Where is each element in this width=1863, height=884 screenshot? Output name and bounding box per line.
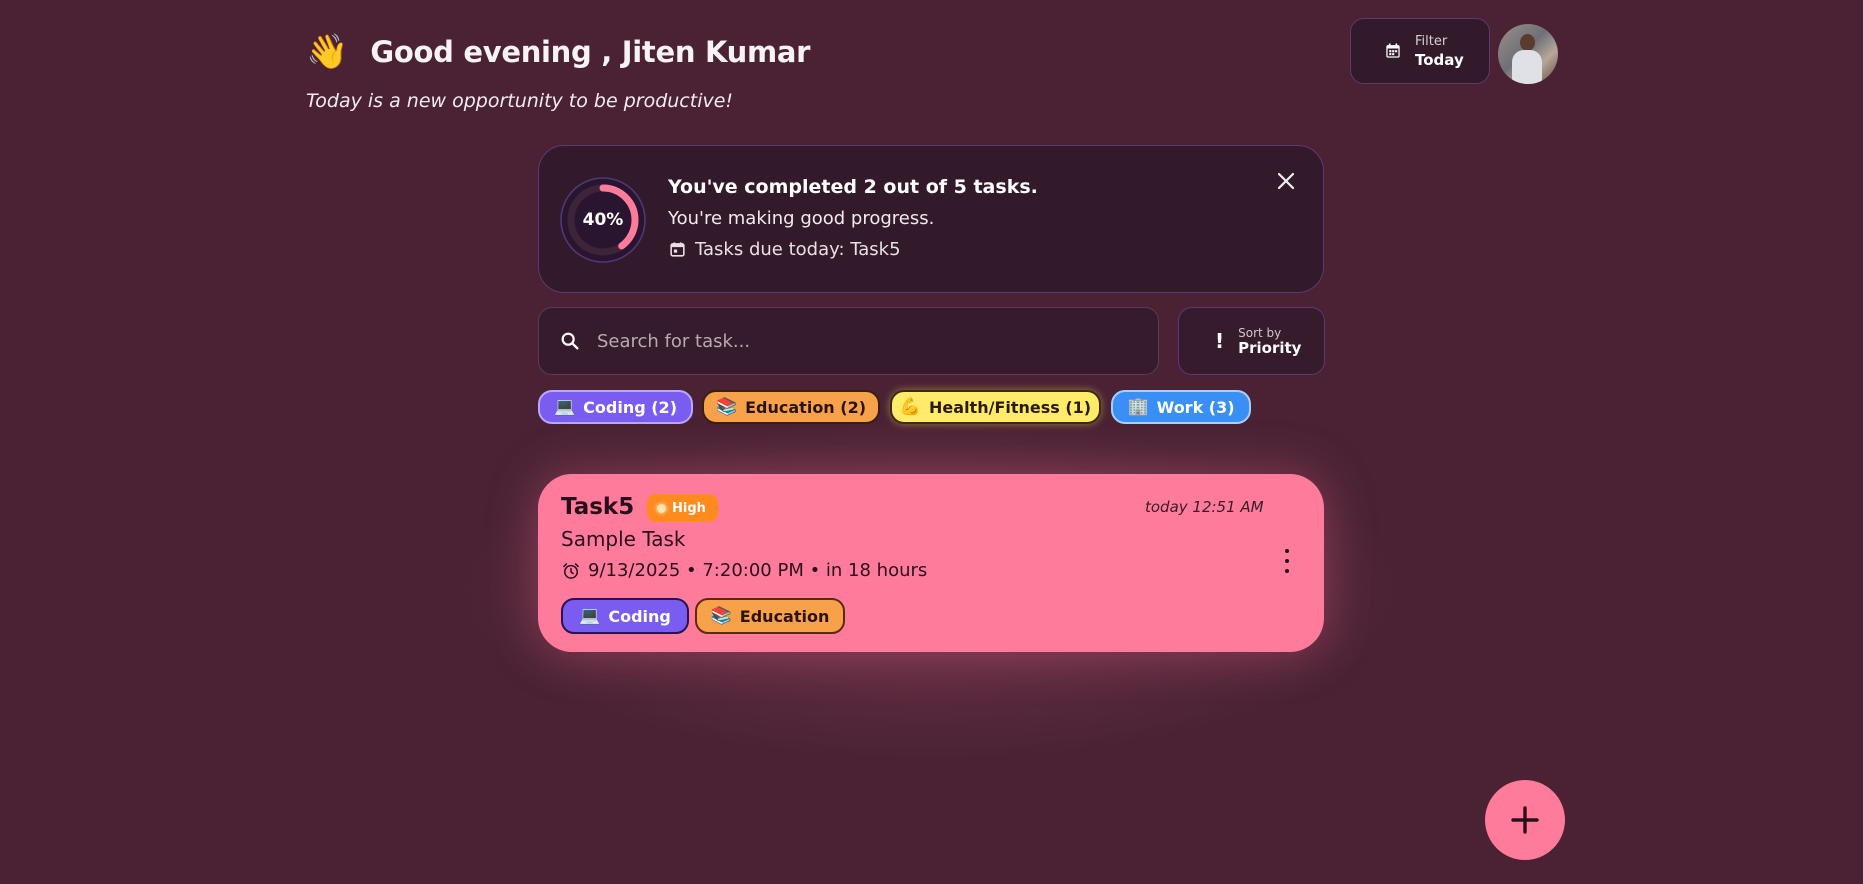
- task-due-text: 9/13/2025 • 7:20:00 PM • in 18 hours: [588, 560, 928, 581]
- more-options-icon[interactable]: [1280, 549, 1294, 573]
- progress-message: You're making good progress.: [668, 208, 935, 229]
- category-chip-education[interactable]: 📚 Education (2): [702, 390, 880, 424]
- category-chip-health-fitness[interactable]: 💪 Health/Fitness (1): [890, 390, 1101, 424]
- search-icon: [561, 332, 579, 350]
- plus-icon: [1511, 806, 1539, 834]
- laptop-icon: 💻: [579, 606, 601, 626]
- add-task-button[interactable]: [1485, 780, 1565, 860]
- close-icon[interactable]: [1275, 170, 1297, 192]
- progress-title: You've completed 2 out of 5 tasks.: [668, 176, 1038, 198]
- laptop-icon: 💻: [553, 397, 576, 417]
- filter-label: Filter: [1415, 34, 1448, 49]
- task-category-education[interactable]: 📚 Education: [695, 598, 845, 634]
- priority-icon: !: [1215, 329, 1225, 353]
- search-box: [538, 307, 1159, 375]
- task-name: Task5: [561, 494, 635, 520]
- calendar-icon: [1386, 43, 1400, 58]
- user-avatar[interactable]: [1498, 24, 1558, 84]
- category-chip-work[interactable]: 🏢 Work (3): [1111, 390, 1251, 424]
- category-label: Coding (2): [583, 397, 677, 417]
- tasks-due-text: Tasks due today: Task5: [695, 239, 901, 260]
- category-label: Health/Fitness (1): [929, 397, 1092, 417]
- wave-emoji-icon: 👋: [306, 32, 349, 72]
- task-description: Sample Task: [561, 527, 686, 551]
- greeting-subtitle: Today is a new opportunity to be product…: [306, 90, 734, 112]
- greeting-header: 👋 Good evening , Jiten Kumar: [306, 30, 811, 74]
- priority-badge: High: [647, 494, 718, 522]
- flexed-biceps-icon: 💪: [899, 397, 922, 417]
- progress-percent: 40%: [582, 210, 624, 230]
- greeting-title: Good evening , Jiten Kumar: [370, 35, 811, 69]
- books-icon: 📚: [715, 397, 738, 417]
- avatar-head-shape: [1520, 34, 1535, 51]
- alarm-clock-icon: [563, 562, 579, 579]
- task-card[interactable]: Task5 High today 12:51 AM Sample Task 9/…: [538, 474, 1324, 652]
- calendar-icon: [670, 242, 685, 257]
- progress-card: 40% You've completed 2 out of 5 tasks. Y…: [538, 145, 1324, 293]
- books-icon: 📚: [710, 606, 732, 626]
- task-category-coding[interactable]: 💻 Coding: [561, 598, 689, 634]
- more-dot: [1285, 569, 1289, 573]
- search-input[interactable]: [595, 329, 1119, 353]
- category-label: Work (3): [1156, 397, 1235, 417]
- priority-dot-icon: [657, 503, 666, 513]
- sort-value: Priority: [1238, 339, 1302, 357]
- sort-button[interactable]: ! Sort by Priority: [1178, 307, 1325, 375]
- task-due-date: 9/13/2025 • 7:20:00 PM • in 18 hours: [561, 560, 927, 581]
- office-building-icon: 🏢: [1127, 397, 1149, 417]
- filter-value: Today: [1415, 51, 1464, 69]
- task-category-label: Education: [739, 606, 830, 626]
- category-label: Education (2): [745, 397, 867, 417]
- category-chip-coding[interactable]: 💻 Coding (2): [538, 390, 693, 424]
- more-dot: [1285, 549, 1289, 553]
- avatar-body-shape: [1512, 50, 1542, 84]
- task-created-time: today 12:51 AM: [1145, 498, 1264, 516]
- filter-button[interactable]: Filter Today: [1350, 18, 1490, 84]
- tasks-due-today: Tasks due today: Task5: [668, 239, 901, 260]
- more-dot: [1285, 559, 1289, 563]
- priority-label: High: [672, 500, 706, 516]
- task-category-label: Coding: [608, 606, 671, 626]
